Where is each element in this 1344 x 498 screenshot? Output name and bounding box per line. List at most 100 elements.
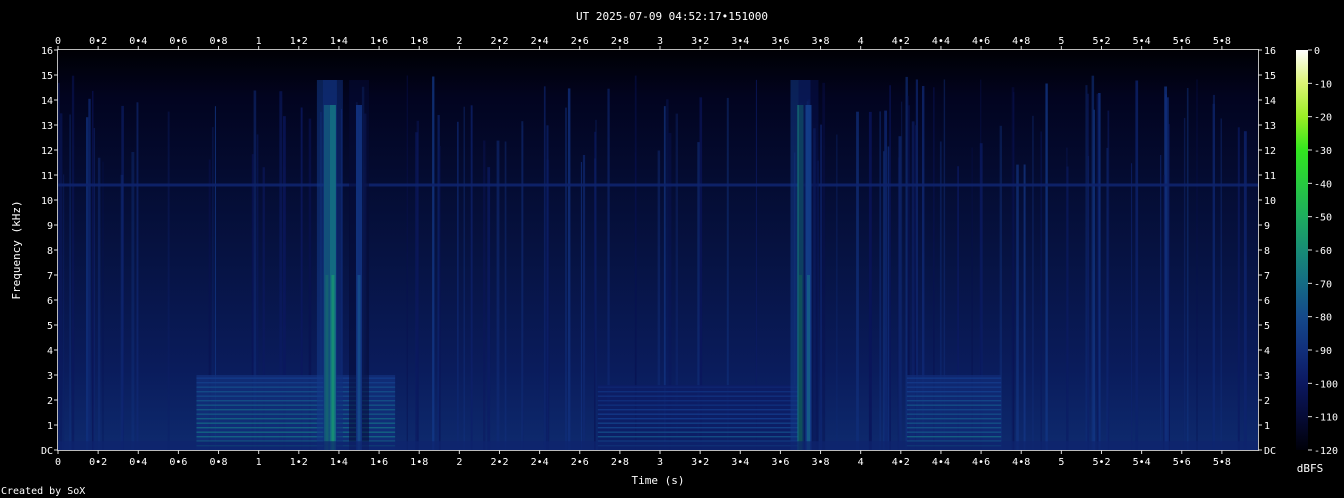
transient-streak xyxy=(595,119,597,451)
x-tick-label-top: 3•6 xyxy=(771,36,789,47)
x-tick-label-top: 3•2 xyxy=(691,36,709,47)
colorbar-tick-label: -20 xyxy=(1314,113,1332,124)
y-tick-label-right: DC xyxy=(1264,446,1276,457)
x-tick-label-bottom: 2•8 xyxy=(611,457,629,468)
transient-streak xyxy=(1186,88,1189,450)
colorbar-tick-label: -40 xyxy=(1314,179,1332,190)
transient-streak xyxy=(856,111,859,450)
harmonic-line xyxy=(906,395,1002,397)
harmonic-line xyxy=(906,418,1002,420)
x-tick-label-top: 0 xyxy=(55,36,61,47)
harmonic-line xyxy=(597,427,801,429)
transient-streak xyxy=(136,102,139,451)
transient-streak xyxy=(582,155,586,450)
transient-streak xyxy=(868,111,872,451)
transient-streak xyxy=(93,128,95,450)
harmonic-line xyxy=(597,400,801,402)
transient-streak xyxy=(898,136,902,450)
x-tick-label-top: 4 xyxy=(858,36,864,47)
x-tick-label-bottom: 5•4 xyxy=(1133,457,1151,468)
harmonic-line xyxy=(906,382,1002,384)
harmonic-line xyxy=(906,386,1002,388)
low-band-segment xyxy=(906,375,1002,450)
x-tick-label-top: 1 xyxy=(256,36,262,47)
harmonic-line xyxy=(906,377,1002,379)
transient-streak xyxy=(131,152,135,450)
y-tick-label-right: 5 xyxy=(1264,321,1270,332)
transient-streak xyxy=(1168,124,1170,450)
x-tick-label-top: 1•2 xyxy=(290,36,308,47)
transient-streak xyxy=(543,86,546,451)
transient-streak xyxy=(86,117,89,450)
y-tick-label-right: 16 xyxy=(1264,46,1276,57)
harmonic-line xyxy=(906,404,1002,406)
harmonic-line xyxy=(597,422,801,424)
y-tick-label-right: 9 xyxy=(1264,221,1270,232)
transient-streak xyxy=(1220,118,1222,450)
y-tick-label-left: 6 xyxy=(47,296,53,307)
y-tick-label-left: 12 xyxy=(41,146,53,157)
transient-streak xyxy=(1066,166,1069,450)
y-tick-label-right: 6 xyxy=(1264,296,1270,307)
x-tick-label-bottom: 0•4 xyxy=(129,457,147,468)
transient-streak xyxy=(92,90,94,451)
transient-streak xyxy=(565,107,567,450)
transient-streak xyxy=(1212,103,1215,451)
y-tick-label-right: 13 xyxy=(1264,121,1276,132)
transient-streak xyxy=(438,146,441,450)
harmonic-line xyxy=(597,409,801,411)
transient-streak xyxy=(822,82,826,451)
transient-streak xyxy=(71,75,75,450)
tone-line xyxy=(58,183,1258,187)
transient-streak xyxy=(1163,174,1165,450)
x-tick-label-bottom: 2 xyxy=(456,457,462,468)
x-tick-label-top: 0•2 xyxy=(89,36,107,47)
x-tick-label-top: 0•8 xyxy=(210,36,228,47)
transient-streak xyxy=(120,174,124,451)
colorbar-tick-label: -30 xyxy=(1314,146,1332,157)
colorbar-tick-label: -60 xyxy=(1314,246,1332,257)
x-tick-label-bottom: 3•2 xyxy=(691,457,709,468)
transient-streak xyxy=(1183,117,1186,451)
harmonic-line xyxy=(597,395,801,397)
transient-streak xyxy=(546,125,549,451)
x-tick-label-top: 3•4 xyxy=(731,36,749,47)
x-tick-label-top: 5 xyxy=(1058,36,1064,47)
transient-streak xyxy=(1032,115,1034,451)
y-tick-label-right: 11 xyxy=(1264,171,1276,182)
transient-streak xyxy=(884,110,887,450)
harmonic-line xyxy=(906,400,1002,402)
y-tick-label-left: 15 xyxy=(41,71,53,82)
x-tick-label-top: 4•6 xyxy=(972,36,990,47)
x-axis-label: Time (s) xyxy=(632,474,685,487)
y-tick-label-left: 16 xyxy=(41,46,53,57)
transient-streak xyxy=(820,124,822,450)
y-tick-label-left: 10 xyxy=(41,196,53,207)
transient-streak xyxy=(1023,164,1026,450)
y-tick-label-left: 1 xyxy=(47,421,53,432)
y-tick-label-right: 12 xyxy=(1264,146,1276,157)
y-axis-label: Frequency (kHz) xyxy=(10,200,23,299)
x-tick-label-top: 2•2 xyxy=(490,36,508,47)
broadband-event xyxy=(798,80,819,450)
transient-streak xyxy=(416,120,419,451)
harmonic-line xyxy=(906,436,1002,438)
y-tick-label-right: 4 xyxy=(1264,346,1270,357)
x-tick-label-top: 2•8 xyxy=(611,36,629,47)
harmonic-line xyxy=(597,413,801,415)
y-tick-label-right: 1 xyxy=(1264,421,1270,432)
transient-streak xyxy=(1045,83,1048,450)
transient-streak xyxy=(1107,110,1110,450)
transient-streak xyxy=(496,140,500,450)
y-tick-label-right: 3 xyxy=(1264,371,1270,382)
x-tick-label-top: 4•4 xyxy=(932,36,950,47)
x-tick-label-bottom: 0 xyxy=(55,457,61,468)
transient-streak xyxy=(63,174,65,450)
low-band-segment xyxy=(597,385,801,450)
x-tick-label-bottom: 0•2 xyxy=(89,457,107,468)
y-tick-label-right: 8 xyxy=(1264,246,1270,257)
transient-streak xyxy=(1135,80,1139,450)
x-tick-label-bottom: 1•2 xyxy=(290,457,308,468)
transient-streak xyxy=(97,157,101,450)
y-tick-label-left: DC xyxy=(41,446,53,457)
